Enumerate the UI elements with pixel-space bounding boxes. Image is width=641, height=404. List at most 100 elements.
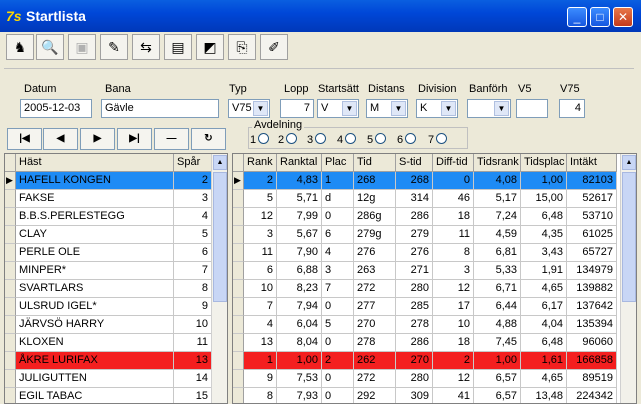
table-cell[interactable]: 65727 <box>567 244 617 262</box>
table-cell[interactable]: 82103 <box>567 172 617 190</box>
table-cell[interactable]: 11 <box>174 334 212 352</box>
column-header[interactable]: S-tid <box>396 154 433 172</box>
table-row[interactable]: 10 8,23 7 272 280 12 6,71 4,65 139882 <box>233 280 636 298</box>
current-row-arrow-icon[interactable]: ▶ <box>233 172 244 190</box>
avdelning-radio-1[interactable]: 1 <box>250 133 270 146</box>
table-cell[interactable]: 314 <box>396 190 433 208</box>
table-cell[interactable]: 134979 <box>567 262 617 280</box>
row-indicator[interactable] <box>233 316 244 334</box>
column-header[interactable]: Diff-tid <box>433 154 474 172</box>
table-cell[interactable]: 6,81 <box>474 244 521 262</box>
table-cell[interactable]: 7 <box>322 280 354 298</box>
row-indicator[interactable] <box>233 334 244 352</box>
current-row-arrow-icon[interactable]: ▶ <box>5 172 16 190</box>
table-cell[interactable]: 8,23 <box>277 280 322 298</box>
table-cell[interactable]: KLOXEN <box>16 334 174 352</box>
table-cell[interactable]: 279 <box>396 226 433 244</box>
table-cell[interactable]: 1,00 <box>474 352 521 370</box>
first-record-button[interactable]: |◀ <box>7 128 42 150</box>
table-cell[interactable]: 1,00 <box>277 352 322 370</box>
table-cell[interactable]: 5,71 <box>277 190 322 208</box>
table-row[interactable]: 3 5,67 6 279g 279 11 4,59 4,35 61025 <box>233 226 636 244</box>
results-grid[interactable]: Rank Ranktal Plac Tid S-tid Diff-tid Tidsrank T… <box>232 153 637 404</box>
table-cell[interactable]: 270 <box>396 352 433 370</box>
table-cell[interactable]: 4,04 <box>521 316 567 334</box>
table-cell[interactable]: 15 <box>174 388 212 403</box>
table-cell[interactable]: 6,04 <box>277 316 322 334</box>
prev-record-button[interactable]: ◀ <box>43 128 78 150</box>
table-cell[interactable]: 309 <box>396 388 433 403</box>
table-cell[interactable]: 6,17 <box>521 298 567 316</box>
table-cell[interactable]: 277 <box>354 298 396 316</box>
table-cell[interactable]: 3 <box>244 226 277 244</box>
table-cell[interactable]: 4,83 <box>277 172 322 190</box>
table-cell[interactable]: 6,48 <box>521 334 567 352</box>
table-cell[interactable]: 280 <box>396 280 433 298</box>
table-cell[interactable]: 5,17 <box>474 190 521 208</box>
table-row[interactable]: ▶ 2 4,83 1 268 268 0 4,08 1,00 82103 <box>233 172 636 190</box>
table-row[interactable]: 9 7,53 0 272 280 12 6,57 4,65 89519 <box>233 370 636 388</box>
table-cell[interactable]: 285 <box>396 298 433 316</box>
table-cell[interactable]: 0 <box>322 388 354 403</box>
refresh-button[interactable]: ↻ <box>191 128 226 150</box>
avdelning-radio-2[interactable]: 2 <box>278 133 298 146</box>
table-cell[interactable]: 3 <box>322 262 354 280</box>
table-row[interactable]: ▶ HAFELL KONGEN 2 <box>5 172 227 190</box>
column-header[interactable]: Plac <box>322 154 354 172</box>
table-cell[interactable]: 4,65 <box>521 370 567 388</box>
table-row[interactable]: JÄRVSÖ HARRY 10 <box>5 316 227 334</box>
row-indicator[interactable] <box>5 316 16 334</box>
row-indicator[interactable] <box>233 262 244 280</box>
table-cell[interactable]: 292 <box>354 388 396 403</box>
datum-field[interactable]: 2005-12-03 <box>20 99 92 118</box>
table-cell[interactable]: 13 <box>244 334 277 352</box>
table-cell[interactable]: d <box>322 190 354 208</box>
table-cell[interactable]: 4 <box>174 208 212 226</box>
print-icon[interactable]: ▤ <box>164 34 192 60</box>
row-indicator[interactable] <box>5 226 16 244</box>
vertical-scrollbar[interactable]: ▲ <box>620 154 636 403</box>
table-cell[interactable]: 3,43 <box>521 244 567 262</box>
maximize-button[interactable]: □ <box>590 7 610 27</box>
row-indicator[interactable] <box>5 280 16 298</box>
table-cell[interactable]: JÄRVSÖ HARRY <box>16 316 174 334</box>
table-cell[interactable]: 7,99 <box>277 208 322 226</box>
table-cell[interactable]: 0 <box>322 334 354 352</box>
table-cell[interactable]: 6,71 <box>474 280 521 298</box>
table-cell[interactable]: 6,44 <box>474 298 521 316</box>
table-cell[interactable]: 52617 <box>567 190 617 208</box>
table-cell[interactable]: ULSRUD IGEL* <box>16 298 174 316</box>
avdelning-radio-6[interactable]: 6 <box>397 133 417 146</box>
table-cell[interactable]: 18 <box>433 334 474 352</box>
table-cell[interactable]: 18 <box>433 208 474 226</box>
column-header[interactable]: Häst <box>16 154 174 172</box>
typ-select[interactable]: V75 ▼ <box>228 99 270 118</box>
next-record-button[interactable]: ▶ <box>80 128 115 150</box>
table-cell[interactable]: 7,45 <box>474 334 521 352</box>
table-cell[interactable]: 278 <box>396 316 433 334</box>
table-cell[interactable]: 4 <box>244 316 277 334</box>
table-cell[interactable]: 139882 <box>567 280 617 298</box>
row-indicator[interactable] <box>5 208 16 226</box>
scroll-up-icon[interactable]: ▲ <box>213 155 227 170</box>
table-cell[interactable]: ÅKRE LURIFAX <box>16 352 174 370</box>
table-cell[interactable]: 6 <box>174 244 212 262</box>
table-cell[interactable]: 7,93 <box>277 388 322 403</box>
scroll-up-icon[interactable]: ▲ <box>622 155 636 170</box>
table-row[interactable]: JULIGUTTEN 14 <box>5 370 227 388</box>
row-indicator[interactable] <box>233 226 244 244</box>
table-row[interactable]: 8 7,93 0 292 309 41 6,57 13,48 224342 <box>233 388 636 403</box>
table-cell[interactable]: 272 <box>354 280 396 298</box>
table-cell[interactable]: CLAY <box>16 226 174 244</box>
table-cell[interactable]: 6 <box>322 226 354 244</box>
table-cell[interactable]: 1 <box>244 352 277 370</box>
table-cell[interactable]: B.B.S.PERLESTEGG <box>16 208 174 226</box>
table-cell[interactable]: 4,08 <box>474 172 521 190</box>
close-button[interactable]: ✕ <box>613 7 633 27</box>
table-cell[interactable]: 0 <box>433 172 474 190</box>
table-cell[interactable]: 41 <box>433 388 474 403</box>
row-indicator[interactable] <box>5 298 16 316</box>
table-cell[interactable]: 4,35 <box>521 226 567 244</box>
table-row[interactable]: 5 5,71 d 12g 314 46 5,17 15,00 52617 <box>233 190 636 208</box>
table-cell[interactable]: 270 <box>354 316 396 334</box>
